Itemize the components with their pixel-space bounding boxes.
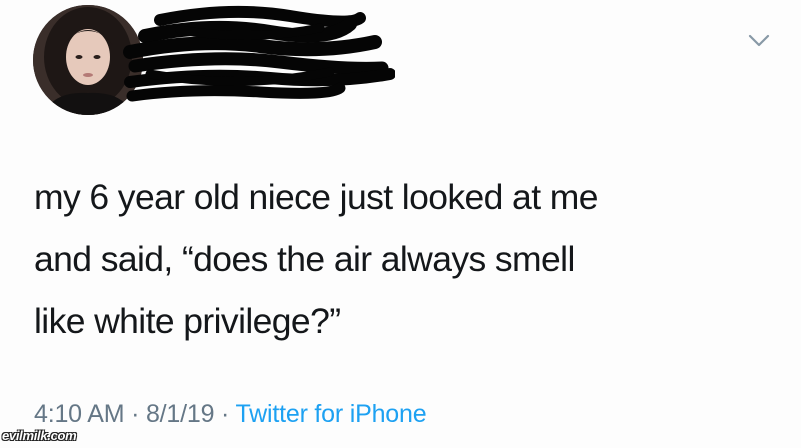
tweet-meta: 4:10 AM · 8/1/19 · Twitter for iPhone [34,400,427,429]
tweet-time[interactable]: 4:10 AM [34,400,125,428]
redaction-scribble [123,5,395,102]
watermark: evilmilk.com [2,428,77,443]
tweet-text: my 6 year old niece just looked at me an… [34,177,598,341]
tweet-date[interactable]: 8/1/19 [146,400,215,428]
tweet-source-link[interactable]: Twitter for iPhone [235,400,426,428]
tweet-card: my 6 year old niece just looked at me an… [0,0,801,448]
meta-separator: · [221,400,230,428]
meta-separator: · [131,400,140,428]
chevron-down-icon[interactable] [746,30,772,50]
